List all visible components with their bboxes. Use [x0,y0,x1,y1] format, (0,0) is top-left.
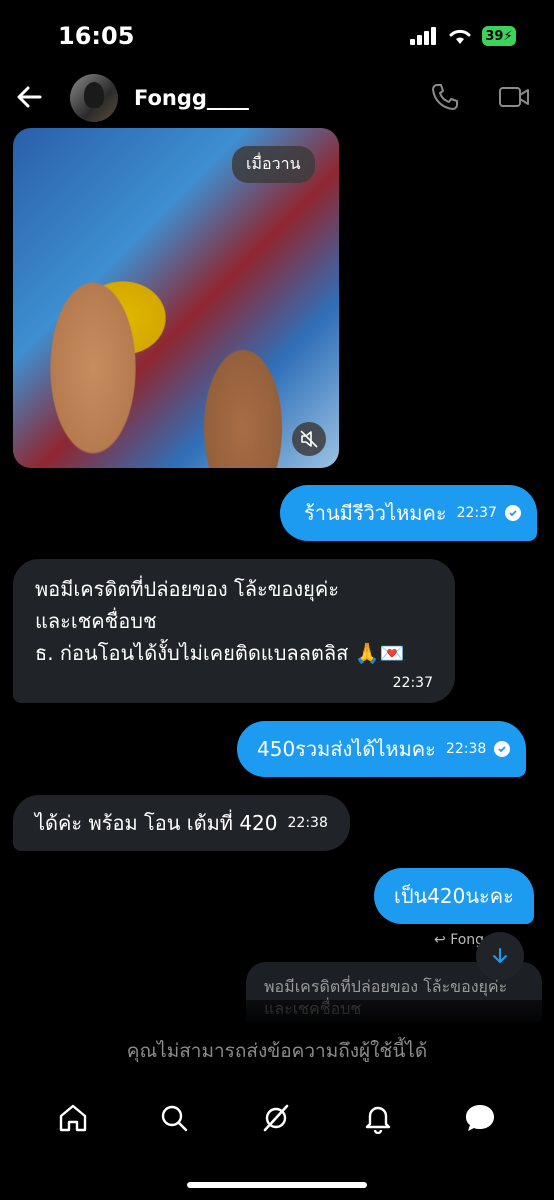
back-arrow-icon[interactable] [14,82,44,112]
phone-icon[interactable] [430,82,460,112]
read-check-icon [504,505,521,521]
avatar[interactable] [70,74,118,122]
bottom-nav [0,1090,554,1146]
grok-icon[interactable] [260,1102,292,1134]
message-line: ธ. ก่อนโอนได้งั้บไม่เคยติดแบลลตลิส 🙏💌 [35,641,405,665]
message-bubble-outgoing[interactable]: ร้านมีรีวิวไหมคะ 22:37 [280,485,537,541]
message-line: พอมีเครดิตที่ปล่อยของ โล้ะของยุค่ะ [35,577,340,601]
wifi-icon [449,29,471,44]
message-text: เป็น420นะคะ [394,884,514,908]
message-time: 22:37 [456,505,497,521]
video-camera-icon[interactable] [498,84,530,110]
home-icon[interactable] [57,1102,89,1134]
message-bubble-incoming[interactable]: ได้ค่ะ พร้อม โอน เต้มที่ 420 22:38 [13,795,350,851]
battery-icon: 39 ⚡ [482,26,516,46]
messages-icon[interactable] [463,1102,497,1134]
message-time: 22:37 [392,675,433,691]
date-badge: เมื่อวาน [232,146,315,183]
contact-name[interactable]: Fongg____ [134,86,249,110]
message-bubble-outgoing[interactable]: 450รวมส่งได้ไหมคะ 22:38 [237,721,527,777]
message-text: พอมีเครดิตที่ปล่อยของ โล้ะของยุค่ะ และเช… [35,573,405,669]
mute-button[interactable] [292,422,326,456]
search-icon[interactable] [158,1102,190,1134]
arrow-down-icon [493,948,507,963]
status-icons: 39 ⚡ [410,26,516,46]
status-time: 16:05 [58,22,135,50]
message-text: 450รวมส่งได้ไหมคะ [257,737,436,761]
message-bubble-incoming[interactable]: พอมีเครดิตที่ปล่อยของ โล้ะของยุค่ะ และเช… [13,559,455,703]
message-text: ร้านมีรีวิวไหมคะ [304,501,447,525]
read-check-icon [494,741,511,757]
message-text: ได้ค่ะ พร้อม โอน เต้มที่ 420 [35,811,278,835]
home-indicator [187,1182,367,1188]
message-time: 22:38 [445,741,487,757]
bell-icon[interactable] [362,1102,394,1134]
message-time: 22:38 [287,815,328,831]
scroll-to-bottom-button[interactable] [476,932,524,980]
signal-icon [410,27,436,45]
cannot-message-notice: คุณไม่สามารถส่งข้อความถึงผู้ใช้นี้ได้ [126,1040,428,1062]
message-line: และเชคชื่อบช [35,609,157,633]
battery-level: 39 [485,28,504,44]
speaker-muted-icon [300,430,318,448]
message-bubble-outgoing[interactable]: เป็น420นะคะ [374,868,534,924]
